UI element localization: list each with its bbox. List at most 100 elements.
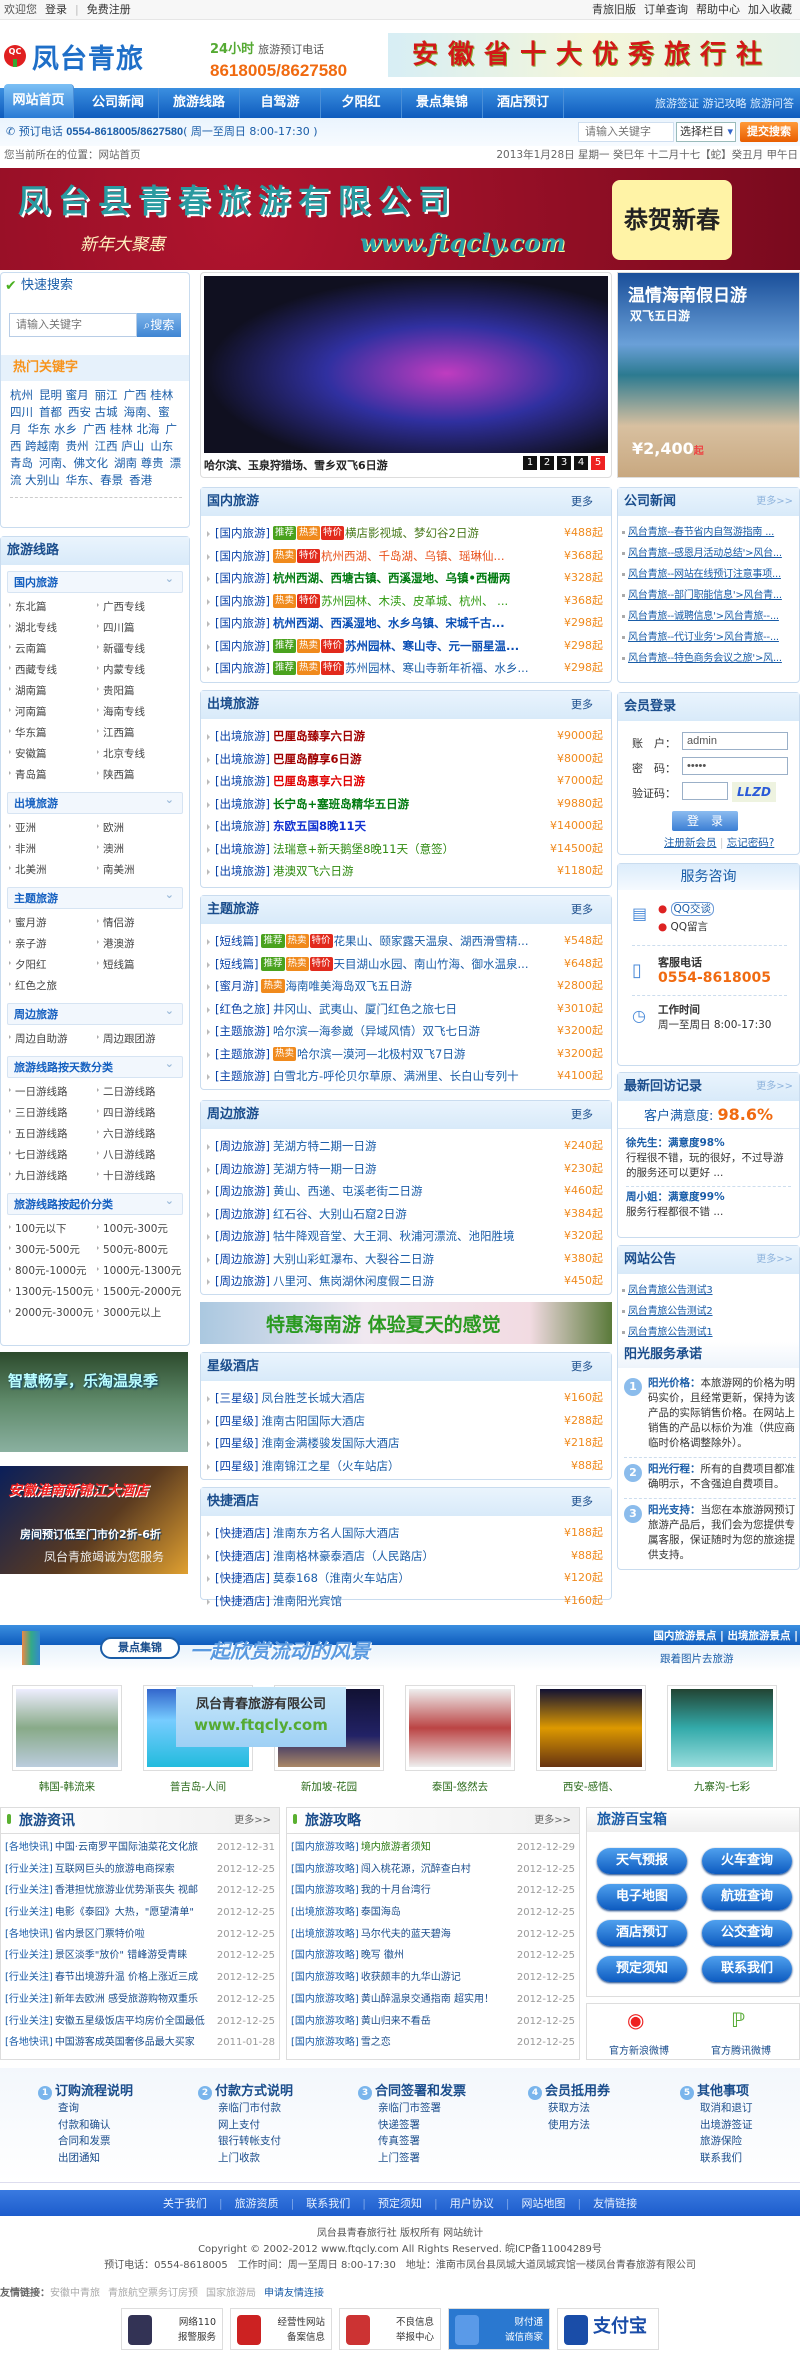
product-title[interactable]: 花果山、颐家露天温泉、湖西滑雪精... xyxy=(334,930,529,953)
category-link[interactable]: [出境旅游] xyxy=(215,770,270,793)
slide-caption[interactable]: 哈尔滨、玉泉狩猎场、雪乡双飞6日游 xyxy=(204,457,388,473)
product-row[interactable]: [周边旅游] 黄山、西递、屯溪老街二日游 ¥460起 xyxy=(207,1180,611,1203)
category-link[interactable]: [国内旅游] xyxy=(215,545,270,568)
more-link[interactable]: 更多>> xyxy=(756,488,793,516)
more-link[interactable]: 更多 xyxy=(571,1101,593,1129)
product-row[interactable]: [快捷酒店] 淮南格林豪泰酒店（人民路店） ¥88起 xyxy=(207,1545,611,1568)
product-title[interactable]: 淮南东方名人国际大酒店 xyxy=(273,1522,400,1545)
nav-item[interactable]: 公司新闻 xyxy=(78,88,159,118)
route-link[interactable]: 九日游线路 xyxy=(9,1166,97,1187)
news-row[interactable]: [行业关注] 春节出境游升温 价格上涨近三成 2012-12-25 xyxy=(1,1967,279,1989)
category-link[interactable]: [周边旅游] xyxy=(215,1135,270,1158)
news-row[interactable]: [行业关注] 安徽五星级饭店平均房价全国最低 2012-12-25 xyxy=(1,2011,279,2033)
news-row[interactable]: [出境旅游攻略] 泰国海岛 2012-12-25 xyxy=(287,1902,579,1924)
toolbox-button[interactable]: 预定须知 xyxy=(597,1956,687,1982)
sina-weibo-icon[interactable]: ◉ xyxy=(627,2008,644,2032)
more-link[interactable]: 更多 xyxy=(571,896,593,924)
help-link[interactable]: 付款和确认 xyxy=(38,2117,153,2134)
keyword-link[interactable]: 广西 桂林 xyxy=(124,388,174,402)
product-row[interactable]: [出境旅游] 巴厘岛惠享六日游 ¥7000起 xyxy=(207,770,611,793)
more-link[interactable]: 更多>> xyxy=(756,1246,793,1274)
category-link[interactable]: [周边旅游] xyxy=(215,1180,270,1203)
product-title[interactable]: 红石谷、大别山石窟2日游 xyxy=(273,1203,407,1226)
news-category[interactable]: [行业关注] xyxy=(5,1880,53,1902)
news-title[interactable]: 马尔代夫的蓝天碧海 xyxy=(361,1924,451,1946)
news-category[interactable]: [出境旅游攻略] xyxy=(291,1924,359,1946)
product-row[interactable]: [三星级] 凤台胜芝长城大酒店 ¥160起 xyxy=(207,1387,611,1410)
hainan-banner[interactable]: 特惠海南游 体验夏天的感觉 xyxy=(200,1302,612,1344)
toolbox-button[interactable]: 火车查询 xyxy=(702,1848,792,1874)
product-row[interactable]: [国内旅游] 推荐 热卖 特价 横店影视城、梦幻谷2日游 ¥488起 xyxy=(207,522,611,545)
product-title[interactable]: 哈尔滨—海参崴（异域风情）双飞七日游 xyxy=(273,1020,480,1043)
forgot-password-link[interactable]: 忘记密码? xyxy=(727,837,775,849)
trust-badge[interactable]: 经营性网站 备案信息 xyxy=(230,2308,332,2350)
route-link[interactable]: 亚洲 xyxy=(9,818,97,839)
help-link[interactable]: 上门签署 xyxy=(358,2150,473,2167)
more-link[interactable]: 更多>> xyxy=(234,1808,271,1834)
slide-image[interactable] xyxy=(204,276,608,453)
news-category[interactable]: [国内旅游攻略] xyxy=(291,1945,359,1967)
news-category[interactable]: [行业关注] xyxy=(5,1945,53,1967)
scenic-photo[interactable] xyxy=(536,1685,646,1771)
news-title[interactable]: 安徽五星级饭店平均房价全国最低 xyxy=(55,2011,205,2033)
nav-item[interactable]: 旅游线路 xyxy=(159,88,240,118)
product-title[interactable]: 港澳双飞六日游 xyxy=(273,860,354,883)
news-link[interactable]: 风台青旅--感恩月活动总结'>风台... xyxy=(622,543,799,564)
help-link[interactable]: 快递签署 xyxy=(358,2117,473,2134)
keyword-link[interactable]: 湖南 尊贵 xyxy=(114,456,164,470)
tencent-weibo-link[interactable]: 官方腾讯微博 xyxy=(711,2042,771,2057)
news-category[interactable]: [各地快讯] xyxy=(5,2032,53,2054)
product-row[interactable]: [四星级] 淮南古阳国际大酒店 ¥288起 xyxy=(207,1410,611,1433)
password-input[interactable] xyxy=(682,757,788,775)
nav-item[interactable]: 网站首页 xyxy=(4,84,74,118)
route-link[interactable]: 蜜月游 xyxy=(9,913,97,934)
register-link[interactable]: 注册新会员 xyxy=(664,837,717,849)
friend-link[interactable]: 国家旅游局 xyxy=(206,2288,256,2299)
news-title[interactable]: 泰国海岛 xyxy=(361,1902,401,1924)
register-link[interactable]: 免费注册 xyxy=(87,3,131,16)
category-link[interactable]: [国内旅游] xyxy=(215,522,270,545)
route-link[interactable]: 夕阳红 xyxy=(9,955,97,976)
product-title[interactable]: 井冈山、武夷山、厦门红色之旅七日 xyxy=(273,998,457,1021)
news-category[interactable]: [国内旅游攻略] xyxy=(291,1989,359,2011)
hotel-ad[interactable]: 安徽淮南新锦江大酒店 房间预订低至门市价2折-6折 凤台青旅竭诚为您服务 xyxy=(0,1466,188,1574)
top-link[interactable]: 订单查询 xyxy=(644,3,688,16)
product-row[interactable]: [主题旅游] 白雪北方-呼伦贝尔草原、满洲里、长白山专列十 ¥4100起 xyxy=(207,1065,611,1088)
scenic-photo[interactable] xyxy=(12,1685,122,1771)
keyword-link[interactable]: 华东 水乡 xyxy=(28,422,78,436)
keyword-link[interactable]: 广西 桂林 北海 xyxy=(83,422,159,436)
slide-page-button[interactable]: 4 xyxy=(574,456,588,470)
nav-item[interactable]: 酒店预订 xyxy=(483,88,564,118)
scenic-caption[interactable]: 新加坡-花园 xyxy=(274,1779,384,1794)
scenic-caption[interactable]: 韩国-韩流来 xyxy=(12,1779,122,1794)
product-row[interactable]: [快捷酒店] 淮南东方名人国际大酒店 ¥188起 xyxy=(207,1522,611,1545)
keyword-link[interactable]: 四川 xyxy=(10,405,33,419)
route-link[interactable]: 三日游线路 xyxy=(9,1103,97,1124)
route-link[interactable]: 华东篇 xyxy=(9,723,97,744)
category-link[interactable]: [周边旅游] xyxy=(215,1158,270,1181)
product-title[interactable]: 杭州西湖、西塘古镇、西溪湿地、乌镇•西栅两 xyxy=(273,567,510,590)
product-title[interactable]: 淮南锦江之星（火车站店） xyxy=(261,1455,399,1478)
product-title[interactable]: 天目湖山水园、南山竹海、御水温泉... xyxy=(334,953,529,976)
route-group-header[interactable]: 旅游线路按天数分类 xyxy=(7,1053,183,1078)
footer-link[interactable]: 用户协议 xyxy=(450,2195,494,2211)
product-title[interactable]: 东欧五国8晚11天 xyxy=(273,815,366,838)
keyword-link[interactable]: 河南、佛文化 xyxy=(39,456,108,470)
site-logo[interactable]: QC 凤台青旅 xyxy=(4,38,144,75)
keyword-link[interactable]: 丽江 xyxy=(95,388,118,402)
route-link[interactable]: 亲子游 xyxy=(9,934,97,955)
hot-spring-ad[interactable]: 智慧畅享，乐淘温泉季 xyxy=(0,1352,188,1452)
route-link[interactable]: 青岛篇 xyxy=(9,765,97,786)
news-row[interactable]: [行业关注] 电影《泰囧》大热，"愿望清单" 2012-12-25 xyxy=(1,1902,279,1924)
category-link[interactable]: [国内旅游] xyxy=(215,635,270,658)
more-link[interactable]: 更多 xyxy=(571,1488,593,1516)
route-link[interactable]: 七日游线路 xyxy=(9,1145,97,1166)
category-select[interactable]: 选择栏目 ▾ xyxy=(676,122,736,142)
news-category[interactable]: [行业关注] xyxy=(5,2011,53,2033)
product-row[interactable]: [国内旅游] 推荐 热卖 特价 苏州园林、寒山寺、元一丽星温... ¥298起 xyxy=(207,635,611,658)
footer-link[interactable]: 联系我们 xyxy=(306,2195,350,2211)
keyword-link[interactable]: 杭州 xyxy=(10,388,33,402)
news-category[interactable]: [行业关注] xyxy=(5,1902,53,1924)
product-title[interactable]: 白雪北方-呼伦贝尔草原、满洲里、长白山专列十 xyxy=(273,1065,519,1088)
product-title[interactable]: 横店影视城、梦幻谷2日游 xyxy=(345,522,479,545)
